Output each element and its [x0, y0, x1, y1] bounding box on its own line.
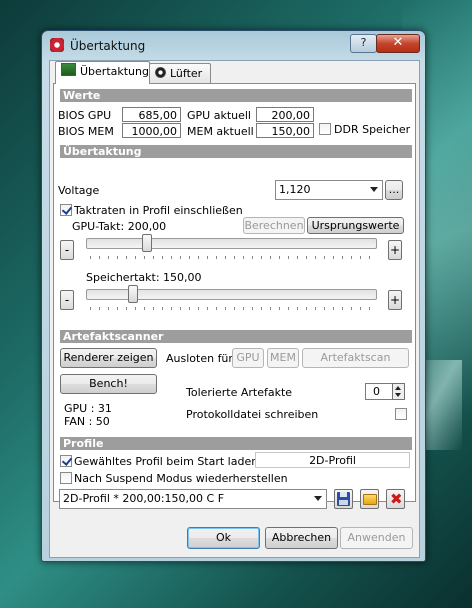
tab-uebertaktung-label: Übertaktung — [80, 65, 149, 78]
save-profile-button[interactable] — [334, 489, 353, 509]
fan-status-label: FAN : 50 — [64, 415, 110, 428]
gpu-aktuell-value: 200,00 — [256, 107, 314, 122]
chevron-down-icon — [314, 496, 322, 501]
window-title: Übertaktung — [70, 39, 146, 53]
tab-luefter-label: Lüfter — [170, 67, 203, 80]
taktraten-profil-checkbox[interactable] — [60, 204, 72, 216]
delete-profile-button[interactable]: ✖ — [386, 489, 405, 509]
speichertakt-slider-thumb[interactable] — [128, 285, 139, 303]
open-profile-button[interactable] — [360, 489, 379, 509]
speichertakt-slider-ticks — [90, 307, 374, 310]
ddr-speicher-label: DDR Speicher — [334, 123, 411, 136]
speichertakt-label: Speichertakt: 150,00 — [86, 271, 202, 284]
gpu-takt-label: GPU-Takt: 200,00 — [72, 220, 167, 233]
fan-icon — [155, 67, 166, 78]
bios-mem-value: 1000,00 — [122, 123, 181, 138]
tolerierte-artefakte-spinner[interactable]: 0 — [365, 383, 395, 400]
section-header-artefaktscanner: Artefaktscanner — [60, 330, 412, 343]
bios-gpu-value: 685,00 — [122, 107, 181, 122]
bios-mem-label: BIOS MEM — [58, 125, 114, 138]
anwenden-button[interactable]: Anwenden — [340, 527, 413, 549]
app-icon — [50, 38, 64, 52]
berechnen-button[interactable]: Berechnen — [243, 217, 305, 234]
dialog-client-area: Übertaktung Lüfter Werte BIOS GPU 685,00… — [49, 60, 420, 558]
voltage-browse-button[interactable]: ... — [385, 180, 403, 200]
bench-button[interactable]: Bench! — [60, 374, 157, 394]
tolerierte-artefakte-value: 0 — [373, 385, 380, 398]
taktraten-profil-label: Taktraten in Profil einschließen — [74, 204, 243, 217]
section-header-profile: Profile — [60, 437, 412, 450]
gpu-takt-decrease-button[interactable]: - — [60, 240, 74, 260]
suspend-restore-checkbox[interactable] — [60, 472, 72, 484]
gpu-takt-slider-ticks — [90, 256, 374, 259]
section-header-uebertaktung: Übertaktung — [60, 145, 412, 158]
mem-aktuell-label: MEM aktuell — [187, 125, 254, 138]
ausloten-mem-button[interactable]: MEM — [267, 348, 299, 368]
help-button[interactable]: ? — [350, 34, 377, 53]
gpu-takt-increase-button[interactable]: + — [388, 240, 402, 260]
profile-select[interactable]: 2D-Profil * 200,00:150,00 C F — [59, 489, 327, 509]
folder-open-icon — [363, 494, 377, 505]
floppy-disk-icon — [337, 492, 350, 506]
abbrechen-button[interactable]: Abbrechen — [265, 527, 338, 549]
protokolldatei-label: Protokolldatei schreiben — [186, 408, 319, 421]
voltage-select[interactable]: 1,120 — [275, 180, 383, 200]
gpu-aktuell-label: GPU aktuell — [187, 109, 251, 122]
overclocking-dialog: Übertaktung ? ✕ Übertaktung Lüfter Werte… — [41, 30, 426, 562]
voltage-label: Voltage — [58, 184, 100, 197]
chevron-down-icon — [370, 187, 378, 192]
ursprungswerte-button[interactable]: Ursprungswerte — [307, 217, 404, 234]
gpu-takt-slider[interactable] — [86, 238, 377, 249]
bios-gpu-label: BIOS GPU — [58, 109, 112, 122]
renderer-zeigen-button[interactable]: Renderer zeigen — [60, 348, 157, 368]
tab-uebertaktung[interactable]: Übertaktung — [55, 61, 150, 84]
graphics-card-icon — [61, 63, 76, 76]
protokolldatei-checkbox[interactable] — [395, 408, 407, 420]
start-profile-name: 2D-Profil — [255, 452, 410, 468]
section-header-werte: Werte — [60, 89, 412, 102]
spinner-arrows-icon[interactable] — [392, 383, 405, 400]
artefaktscan-button[interactable]: Artefaktscan — [302, 348, 409, 368]
profile-select-value: 2D-Profil * 200,00:150,00 C F — [63, 492, 225, 505]
suspend-restore-label: Nach Suspend Modus wiederherstellen — [74, 472, 288, 485]
mem-aktuell-value: 150,00 — [256, 123, 314, 138]
ddr-speicher-checkbox[interactable] — [319, 123, 331, 135]
voltage-value: 1,120 — [279, 183, 311, 196]
close-button[interactable]: ✕ — [376, 34, 420, 53]
gpu-status-label: GPU : 31 — [64, 402, 112, 415]
tab-panel: Werte BIOS GPU 685,00 GPU aktuell 200,00… — [53, 83, 416, 509]
profil-start-checkbox[interactable] — [60, 455, 72, 467]
gpu-takt-slider-thumb[interactable] — [142, 234, 153, 252]
tab-luefter[interactable]: Lüfter — [149, 63, 211, 84]
title-bar[interactable]: Übertaktung ? ✕ — [42, 31, 425, 57]
tolerierte-artefakte-label: Tolerierte Artefakte — [186, 386, 293, 399]
profil-start-label: Gewähltes Profil beim Start laden — [74, 455, 259, 468]
ausloten-label: Ausloten für — [166, 352, 233, 365]
speichertakt-increase-button[interactable]: + — [388, 290, 402, 310]
ausloten-gpu-button[interactable]: GPU — [232, 348, 264, 368]
delete-icon: ✖ — [390, 490, 403, 508]
ok-button[interactable]: Ok — [187, 527, 260, 549]
speichertakt-decrease-button[interactable]: - — [60, 290, 74, 310]
